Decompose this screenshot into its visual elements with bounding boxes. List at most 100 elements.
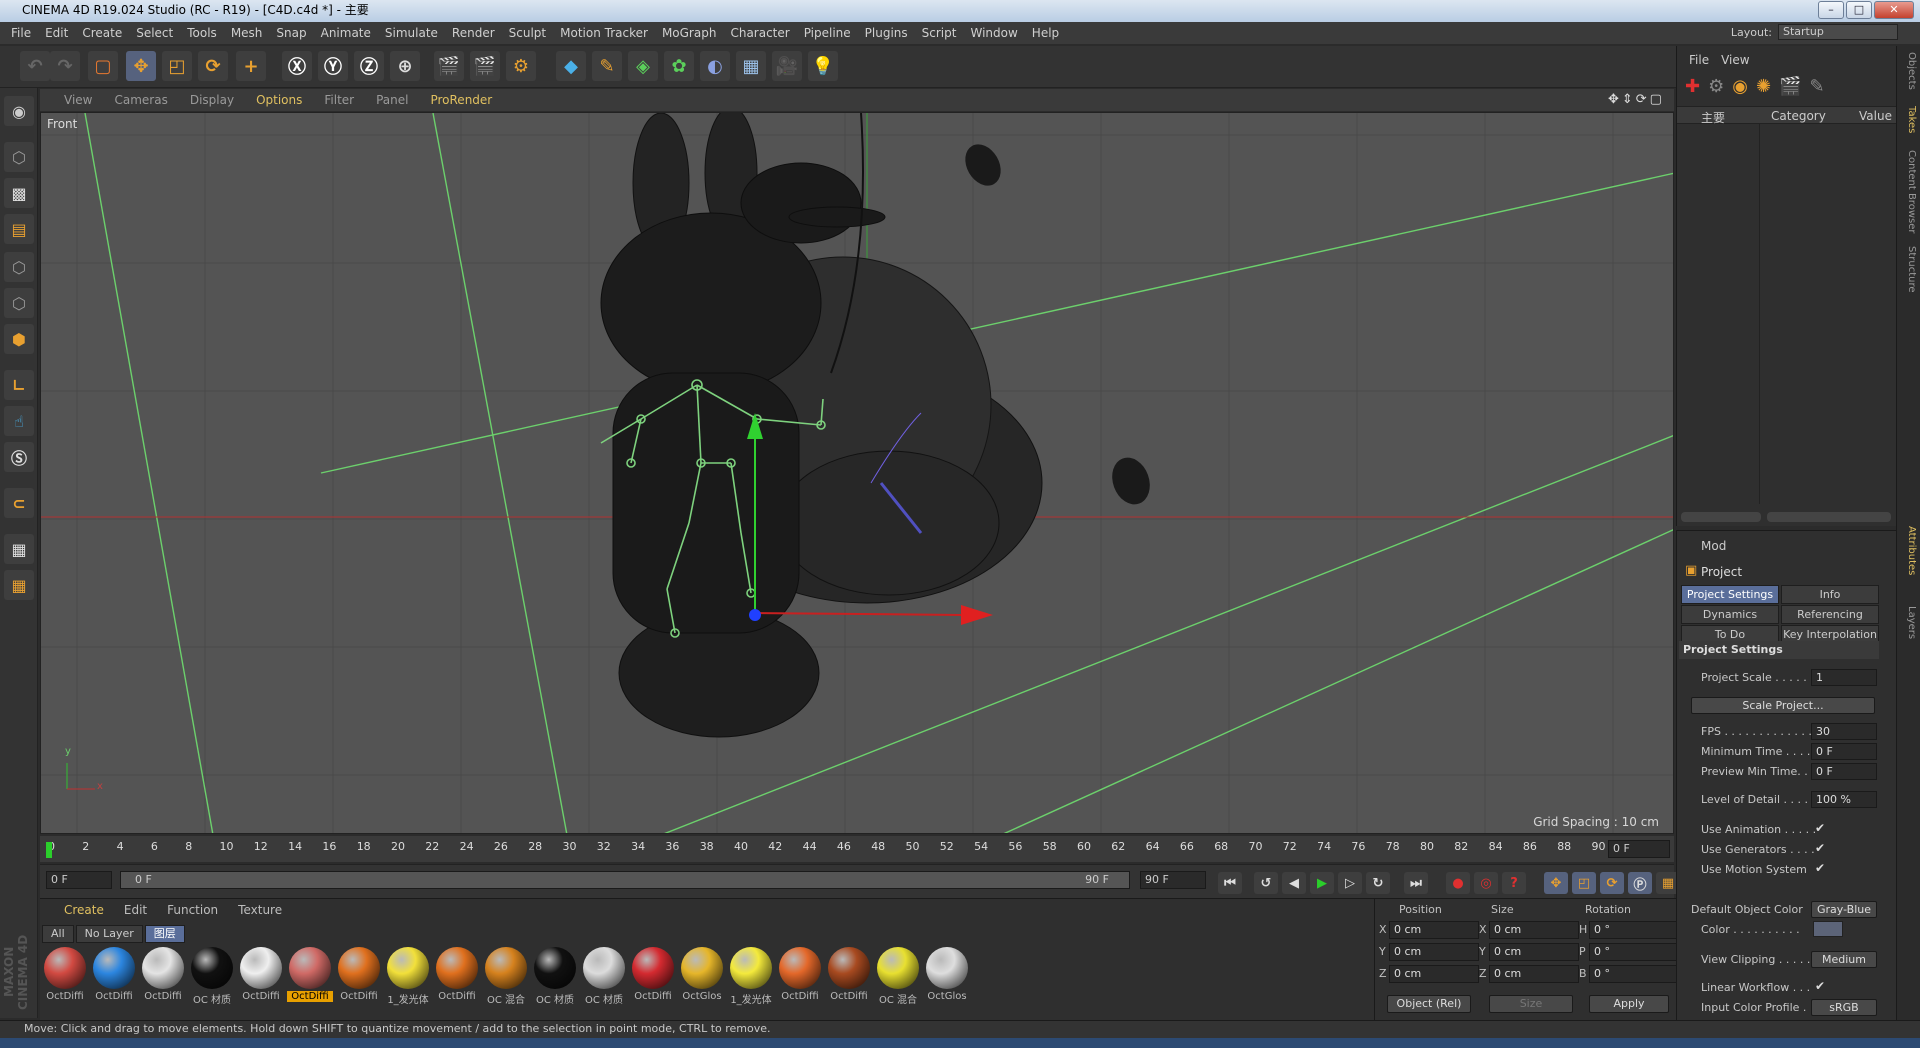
attr-tab-dynamics[interactable]: Dynamics <box>1681 605 1779 624</box>
material-swatch[interactable]: OctGlos <box>924 947 970 1005</box>
go-to-start-icon[interactable]: ⏮ <box>1218 872 1242 894</box>
coord-pos-field[interactable]: 0 cm <box>1389 921 1479 939</box>
edges-mode-icon[interactable]: ⬡ <box>4 288 34 318</box>
undo-icon[interactable]: ↶ <box>20 51 50 81</box>
color-swatch[interactable] <box>1813 921 1843 937</box>
previous-frame-icon[interactable]: ◀ <box>1282 872 1306 894</box>
attr-mode-menu[interactable]: Mod <box>1701 539 1726 553</box>
menu-character[interactable]: Character <box>723 26 796 40</box>
menu-edit[interactable]: Edit <box>38 26 75 40</box>
coord-rot-field[interactable]: 0 ° <box>1589 965 1679 983</box>
next-key-icon[interactable]: ↻ <box>1366 872 1390 894</box>
attr-row-value[interactable]: 1 <box>1811 669 1877 686</box>
material-swatch[interactable]: OctGlos <box>679 947 725 1005</box>
viewport-menu-view[interactable]: View <box>64 93 92 107</box>
menu-simulate[interactable]: Simulate <box>378 26 445 40</box>
menu-window[interactable]: Window <box>963 26 1024 40</box>
cloner-icon[interactable]: ✿ <box>664 51 694 81</box>
coord-pos-field[interactable]: 0 cm <box>1389 965 1479 983</box>
z-axis-lock-icon[interactable]: Ⓩ <box>354 51 384 81</box>
camera-icon[interactable]: 🎥 <box>772 51 802 81</box>
attr-row-value[interactable]: 0 F <box>1811 763 1877 780</box>
key-scale-icon[interactable]: ◰ <box>1572 872 1596 894</box>
snap-icon[interactable]: ⊂ <box>4 488 34 518</box>
horizontal-scrollbar-right[interactable] <box>1767 512 1891 522</box>
coord-rot-field[interactable]: 0 ° <box>1589 921 1679 939</box>
coord-rot-field[interactable]: 0 ° <box>1589 943 1679 961</box>
y-axis-lock-icon[interactable]: Ⓨ <box>318 51 348 81</box>
scale-tool-icon[interactable]: ◰ <box>162 51 192 81</box>
menu-motion-tracker[interactable]: Motion Tracker <box>553 26 655 40</box>
record-icon[interactable]: ● <box>1446 872 1470 894</box>
live-selection-icon[interactable]: ▢ <box>88 51 118 81</box>
menu-animate[interactable]: Animate <box>314 26 378 40</box>
viewport-nav-icons[interactable]: ✥⇕⟳▢ <box>1608 92 1665 107</box>
material-swatch[interactable]: 1_发光体 <box>728 947 774 1006</box>
octane-live-icon[interactable]: ✚ <box>1685 76 1700 97</box>
points-mode-icon[interactable]: ⬡ <box>4 252 34 282</box>
rotate-tool-icon[interactable]: ⟳ <box>198 51 228 81</box>
coord-size-field[interactable]: 0 cm <box>1489 943 1579 961</box>
viewport-menu-panel[interactable]: Panel <box>376 93 408 107</box>
coord-size-field[interactable]: 0 cm <box>1489 921 1579 939</box>
layout-dropdown[interactable]: Startup <box>1778 24 1898 40</box>
attr-tab-referencing[interactable]: Referencing <box>1781 605 1879 624</box>
viewport-menu-cameras[interactable]: Cameras <box>114 93 167 107</box>
planar-workplane-icon[interactable]: ▦ <box>4 570 34 600</box>
range-slider[interactable]: 0 F 90 F <box>120 871 1130 889</box>
attr-row-value[interactable]: 0 F <box>1811 743 1877 760</box>
maximize-button[interactable]: □ <box>1846 1 1872 19</box>
material-swatch[interactable]: OctDiffi <box>140 947 186 1005</box>
key-position-icon[interactable]: ✥ <box>1544 872 1568 894</box>
menu-select[interactable]: Select <box>129 26 180 40</box>
menu-file[interactable]: File <box>4 26 38 40</box>
octane-settings-icon[interactable]: ⚙ <box>1708 76 1724 97</box>
keyframe-selection-icon[interactable]: ? <box>1502 872 1526 894</box>
menu-mesh[interactable]: Mesh <box>224 26 270 40</box>
scale-project-button[interactable]: Scale Project... <box>1691 697 1875 714</box>
make-editable-icon[interactable]: ◉ <box>4 96 34 126</box>
material-swatch[interactable]: OctDiffi <box>630 947 676 1005</box>
cube-object-icon[interactable]: ◆ <box>556 51 586 81</box>
material-swatch[interactable]: OctDiffi <box>91 947 137 1005</box>
playhead[interactable] <box>46 842 52 858</box>
close-button[interactable]: ✕ <box>1874 1 1914 19</box>
attr-row-value[interactable]: 30 <box>1811 723 1877 740</box>
tree-root-label[interactable]: 主要 <box>1701 109 1725 126</box>
subdivision-icon[interactable]: ◈ <box>628 51 658 81</box>
viewport-menu-display[interactable]: Display <box>190 93 234 107</box>
attr-tab-project-settings[interactable]: Project Settings <box>1681 585 1779 604</box>
material-swatch[interactable]: OctDiffi <box>238 947 284 1005</box>
render-settings-icon[interactable]: ⚙ <box>506 51 536 81</box>
material-swatch[interactable]: OctDiffi <box>287 947 333 1005</box>
menu-snap[interactable]: Snap <box>269 26 313 40</box>
coord-pos-field[interactable]: 0 cm <box>1389 943 1479 961</box>
material-swatch[interactable]: OC 混合 <box>875 947 921 1006</box>
material-swatch[interactable]: OC 混合 <box>483 947 529 1006</box>
texture-mode-icon[interactable]: ▩ <box>4 178 34 208</box>
start-frame-field[interactable]: 0 F <box>46 871 112 889</box>
default-object-color-dropdown[interactable]: Gray-Blue <box>1811 901 1877 918</box>
previous-key-icon[interactable]: ↺ <box>1254 872 1278 894</box>
side-tab-attributes[interactable]: Attributes <box>1899 526 1917 575</box>
material-swatch[interactable]: OctDiffi <box>777 947 823 1005</box>
material-swatch[interactable]: 1_发光体 <box>385 947 431 1006</box>
attr-row-value[interactable]: 100 % <box>1811 791 1877 808</box>
go-to-end-icon[interactable]: ⏭ <box>1404 872 1428 894</box>
attr-checkbox[interactable]: ✔ <box>1815 841 1825 855</box>
menu-plugins[interactable]: Plugins <box>858 26 915 40</box>
menu-script[interactable]: Script <box>915 26 964 40</box>
menu-sculpt[interactable]: Sculpt <box>502 26 553 40</box>
model-mode-icon[interactable]: ⬡ <box>4 142 34 172</box>
light-icon[interactable]: 💡 <box>808 51 838 81</box>
tweak-mode-icon[interactable]: ☝ <box>4 406 34 436</box>
menu-create[interactable]: Create <box>75 26 129 40</box>
attr-checkbox[interactable]: ✔ <box>1815 821 1825 835</box>
viewport-menu-filter[interactable]: Filter <box>324 93 354 107</box>
side-tab-content-browser[interactable]: Content Browser <box>1899 150 1917 233</box>
size-mode-dropdown[interactable]: Size <box>1489 995 1573 1013</box>
octane-render-icon[interactable]: 🎬 <box>1779 76 1801 97</box>
play-icon[interactable]: ▶ <box>1310 872 1334 894</box>
input-color-profile-dropdown[interactable]: sRGB <box>1811 999 1877 1016</box>
floor-icon[interactable]: ▦ <box>736 51 766 81</box>
